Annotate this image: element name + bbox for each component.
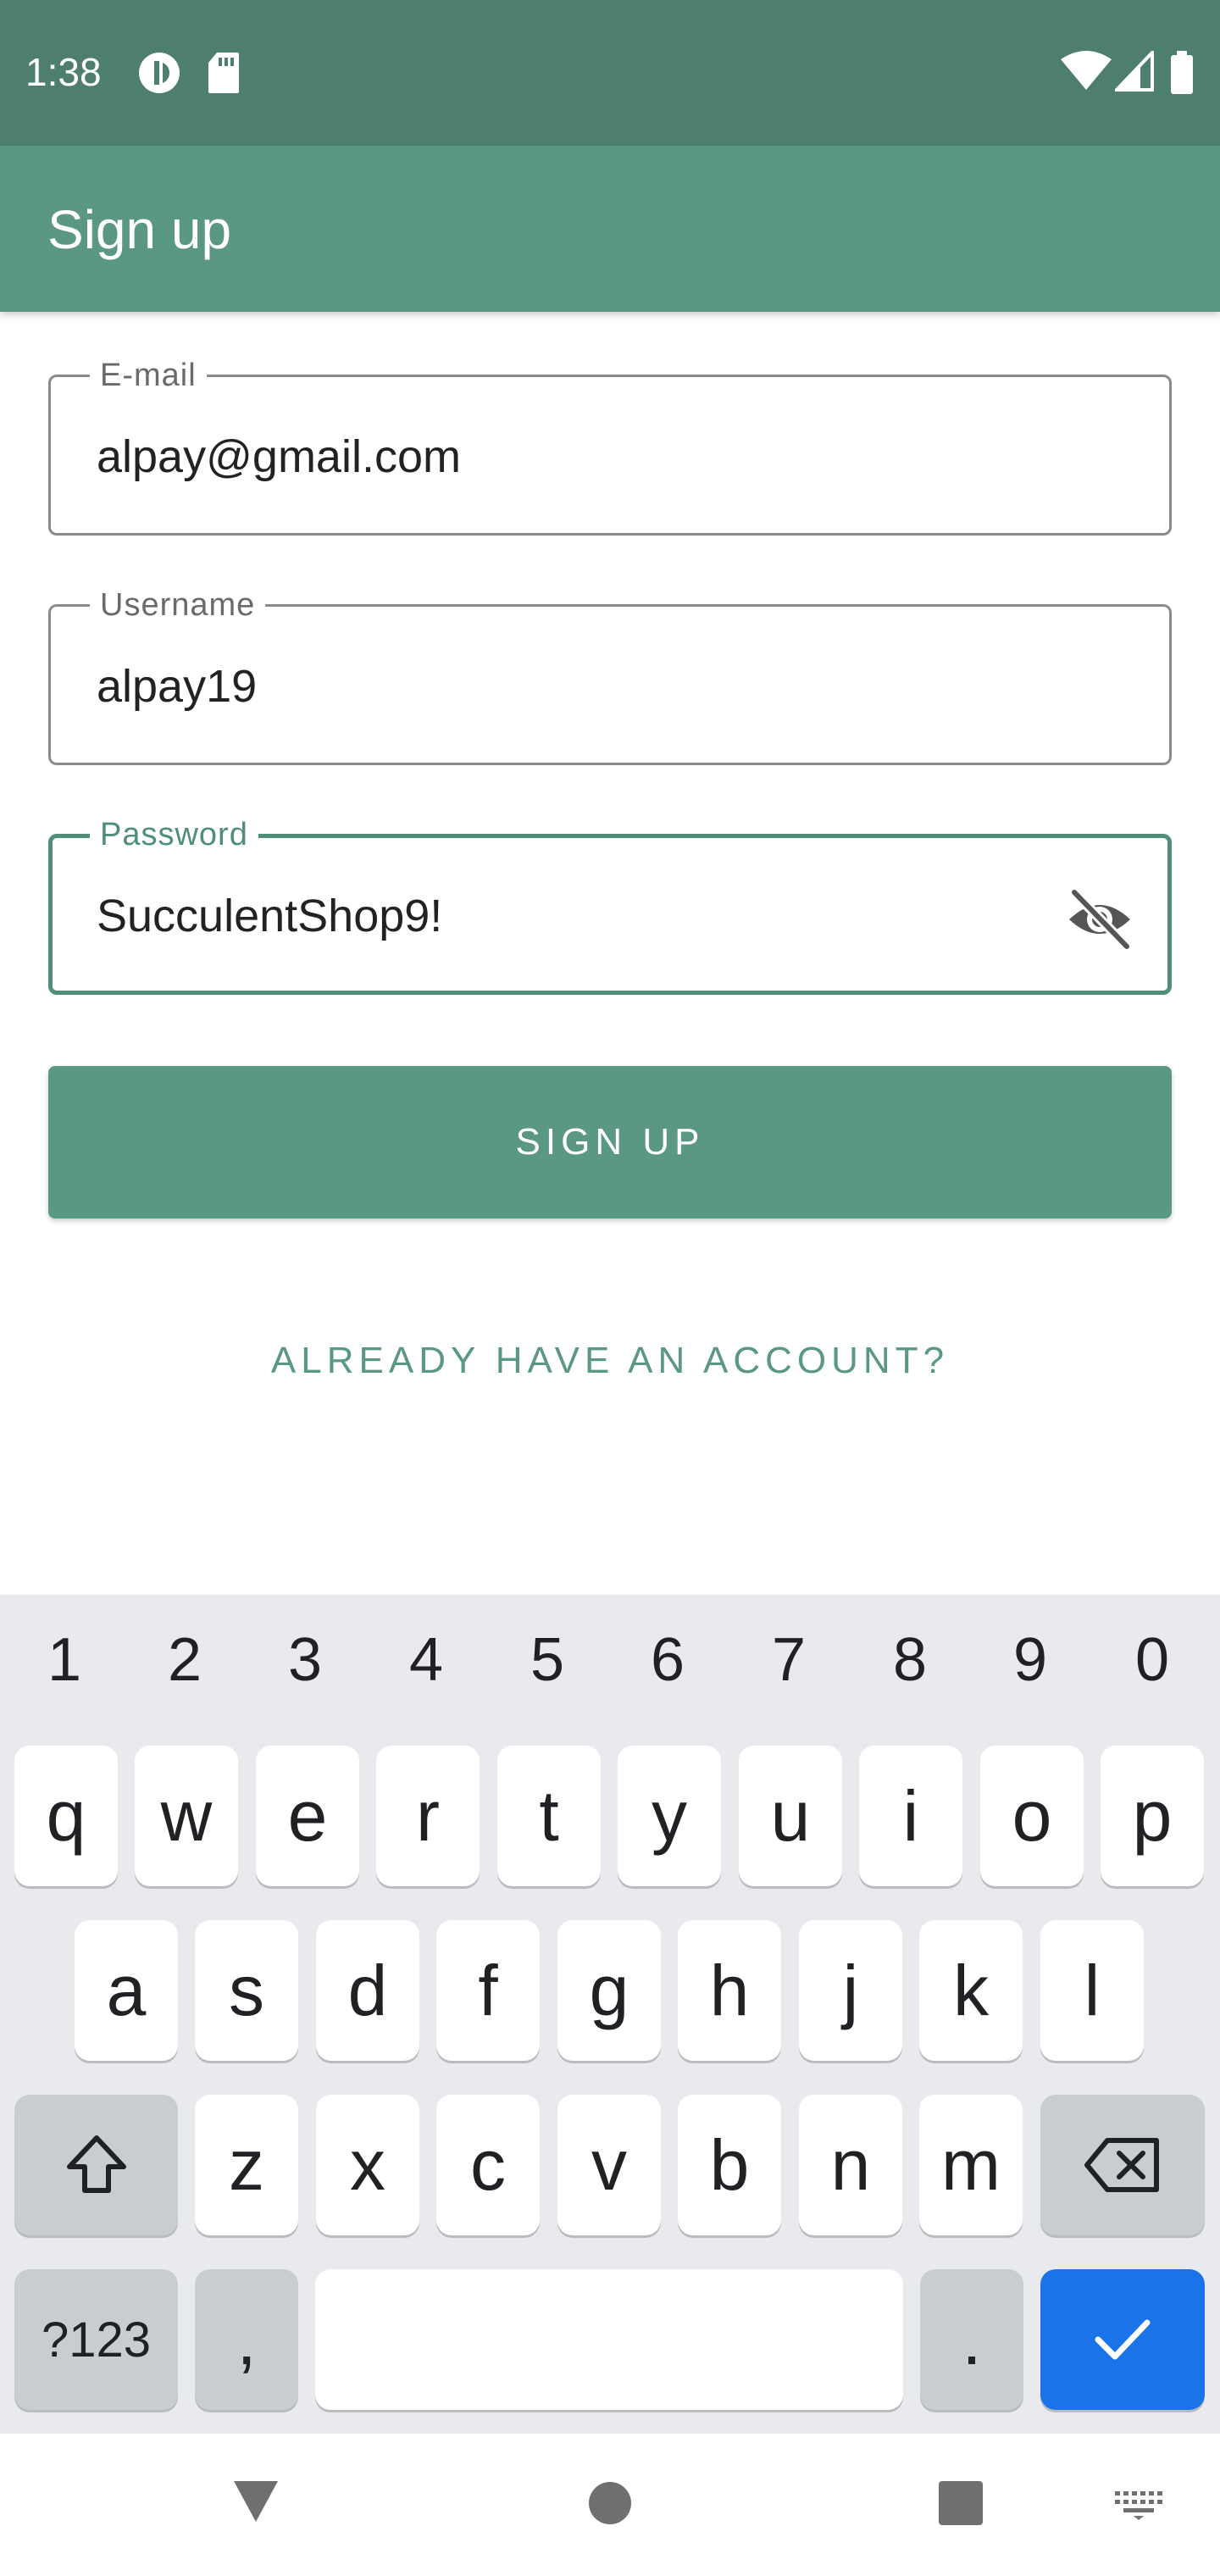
key-v[interactable]: v [557,2095,661,2235]
key-t[interactable]: t [497,1746,601,1886]
data-saver-icon [139,53,180,93]
key-4[interactable]: 4 [384,1625,469,1695]
key-n[interactable]: n [799,2095,902,2235]
signal-icon [1115,51,1154,92]
email-label: E-mail [90,358,207,392]
key-9[interactable]: 9 [988,1625,1073,1695]
comma-key[interactable]: , [195,2269,298,2410]
visibility-off-icon[interactable] [1064,884,1135,955]
key-x[interactable]: x [316,2095,419,2235]
key-2[interactable]: 2 [142,1625,227,1695]
soft-keyboard: 1 2 3 4 5 6 7 8 9 0 q w e r t y u i o p … [0,1595,1220,2434]
status-time: 1:38 [25,50,102,94]
key-z[interactable]: z [195,2095,298,2235]
key-o[interactable]: o [980,1746,1084,1886]
key-d[interactable]: d [316,1920,419,2061]
key-u[interactable]: u [739,1746,842,1886]
shift-key[interactable] [14,2095,178,2235]
key-1[interactable]: 1 [22,1625,107,1695]
home-icon[interactable] [588,2481,632,2525]
key-w[interactable]: w [135,1746,238,1886]
system-nav-bar [0,2434,1220,2576]
period-key[interactable]: . [920,2269,1023,2410]
app-bar: Sign up [0,146,1220,312]
sign-up-button[interactable]: SIGN UP [48,1066,1172,1219]
page-title: Sign up [47,199,232,260]
username-value[interactable]: alpay19 [97,661,257,712]
space-key[interactable] [315,2269,903,2410]
key-j[interactable]: j [799,1920,902,2061]
key-h[interactable]: h [678,1920,781,2061]
key-e[interactable]: e [256,1746,359,1886]
email-field[interactable]: E-mail alpay@gmail.com [48,358,1172,536]
keyboard-switch-icon[interactable] [1115,2491,1162,2520]
key-m[interactable]: m [919,2095,1023,2235]
backspace-icon [1084,2138,1159,2192]
sd-card-icon [208,53,239,93]
key-p[interactable]: p [1101,1746,1204,1886]
key-8[interactable]: 8 [868,1625,952,1695]
already-have-account-link[interactable]: ALREADY HAVE AN ACCOUNT? [0,1327,1220,1395]
password-value[interactable]: SucculentShop9! [97,891,442,941]
password-field[interactable]: Password SucculentShop9! [48,818,1172,995]
checkmark-icon [1095,2319,1151,2360]
key-3[interactable]: 3 [263,1625,347,1695]
backspace-key[interactable] [1040,2095,1205,2235]
wifi-icon [1061,51,1112,90]
key-s[interactable]: s [195,1920,298,2061]
key-r[interactable]: r [376,1746,480,1886]
key-l[interactable]: l [1040,1920,1144,2061]
number-row: 1 2 3 4 5 6 7 8 9 0 [0,1625,1220,1695]
key-a[interactable]: a [75,1920,178,2061]
username-label: Username [90,588,266,622]
key-c[interactable]: c [436,2095,540,2235]
back-icon[interactable] [230,2478,281,2525]
recents-icon[interactable] [939,2481,983,2525]
key-f[interactable]: f [436,1920,540,2061]
password-label: Password [90,818,258,852]
key-i[interactable]: i [859,1746,962,1886]
key-7[interactable]: 7 [746,1625,831,1695]
key-0[interactable]: 0 [1110,1625,1195,1695]
key-y[interactable]: y [618,1746,721,1886]
shift-icon [66,2135,126,2193]
key-6[interactable]: 6 [625,1625,710,1695]
battery-icon [1171,51,1193,94]
key-q[interactable]: q [14,1746,118,1886]
key-5[interactable]: 5 [505,1625,590,1695]
enter-key[interactable] [1040,2269,1205,2410]
symbols-key[interactable]: ?123 [14,2269,178,2410]
key-b[interactable]: b [678,2095,781,2235]
status-bar: 1:38 [0,0,1220,146]
key-g[interactable]: g [557,1920,661,2061]
email-value[interactable]: alpay@gmail.com [97,431,461,482]
key-k[interactable]: k [919,1920,1023,2061]
username-field[interactable]: Username alpay19 [48,588,1172,765]
